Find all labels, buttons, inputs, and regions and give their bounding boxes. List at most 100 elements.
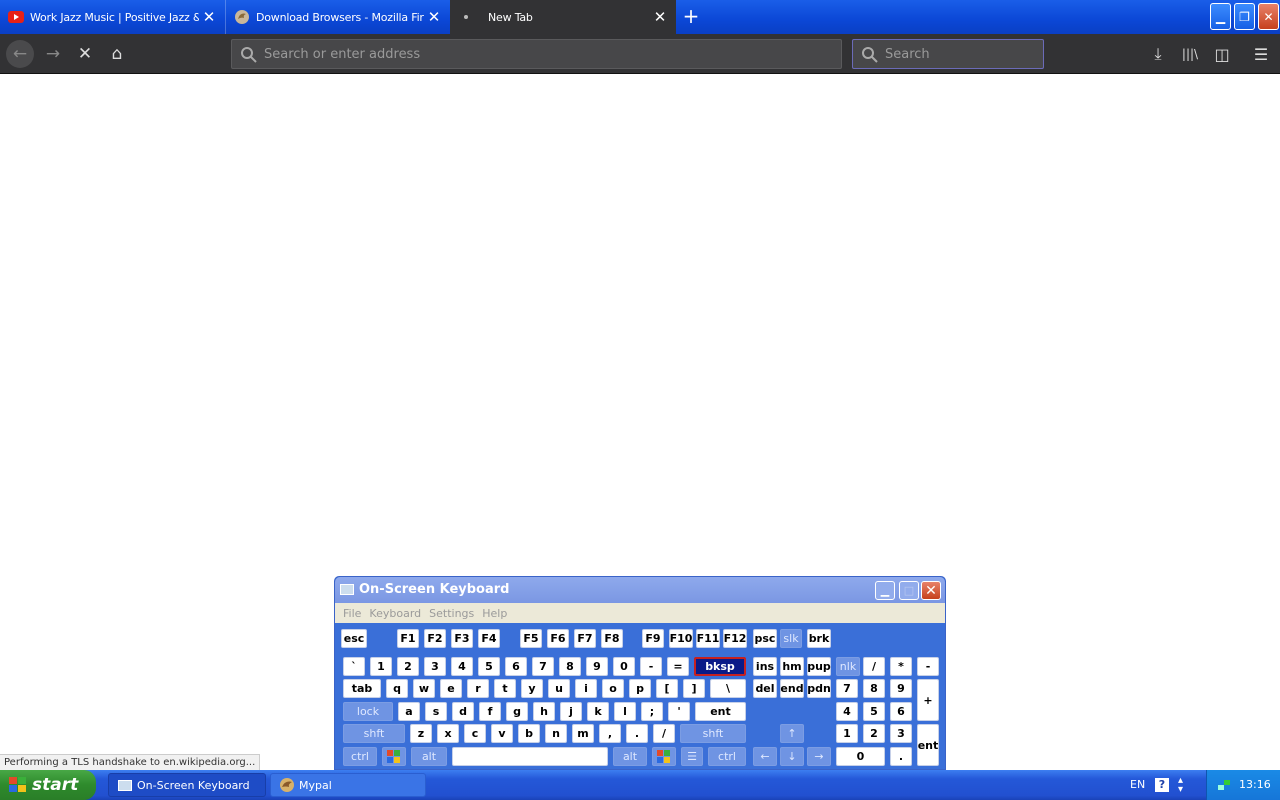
- key-p[interactable]: p: [629, 679, 651, 698]
- key-slk[interactable]: slk: [780, 629, 802, 648]
- tab-new-tab[interactable]: New Tab ✕: [450, 0, 676, 34]
- key-rbracket[interactable]: ]: [683, 679, 705, 698]
- key-k[interactable]: k: [587, 702, 609, 721]
- key-num-1[interactable]: 1: [836, 724, 858, 743]
- key-right-arrow[interactable]: →: [807, 747, 831, 766]
- key-numlock[interactable]: nlk: [836, 657, 860, 676]
- key-brk[interactable]: brk: [807, 629, 831, 648]
- key-quote[interactable]: ': [668, 702, 690, 721]
- language-indicator[interactable]: EN: [1130, 778, 1145, 791]
- key-enter[interactable]: ent: [695, 702, 746, 721]
- tab-work-jazz[interactable]: Work Jazz Music | Positive Jazz & ✕: [0, 0, 225, 34]
- key-slash[interactable]: /: [653, 724, 675, 743]
- key-n[interactable]: n: [545, 724, 567, 743]
- key-4[interactable]: 4: [451, 657, 473, 676]
- search-bar[interactable]: [852, 39, 1044, 69]
- key-r[interactable]: r: [467, 679, 489, 698]
- key-left-alt[interactable]: alt: [411, 747, 447, 766]
- tray-arrows-icon[interactable]: ▴ ▾: [1178, 776, 1183, 795]
- key-num-decimal[interactable]: .: [890, 747, 912, 766]
- osk-close-button[interactable]: ✕: [921, 581, 941, 600]
- key-backtick[interactable]: `: [343, 657, 365, 676]
- restore-window-button[interactable]: ❐: [1234, 3, 1255, 30]
- tab-download-browsers[interactable]: Download Browsers - Mozilla Firef ✕: [225, 0, 450, 34]
- close-window-button[interactable]: ✕: [1258, 3, 1279, 30]
- key-home[interactable]: hm: [780, 657, 804, 676]
- key-backspace[interactable]: bksp: [694, 657, 746, 676]
- key-ins[interactable]: ins: [753, 657, 777, 676]
- key-v[interactable]: v: [491, 724, 513, 743]
- key-f12[interactable]: F12: [723, 629, 747, 648]
- key-f6[interactable]: F6: [547, 629, 569, 648]
- key-j[interactable]: j: [560, 702, 582, 721]
- stop-button[interactable]: ✕: [71, 40, 99, 68]
- key-num-3[interactable]: 3: [890, 724, 912, 743]
- key-b[interactable]: b: [518, 724, 540, 743]
- key-5[interactable]: 5: [478, 657, 500, 676]
- key-f[interactable]: f: [479, 702, 501, 721]
- key-a[interactable]: a: [398, 702, 420, 721]
- new-tab-button[interactable]: +: [680, 6, 702, 28]
- key-backslash[interactable]: \: [710, 679, 746, 698]
- taskbar-item-on-screen-keyboard[interactable]: On-Screen Keyboard: [108, 773, 266, 797]
- key-num-2[interactable]: 2: [863, 724, 885, 743]
- osk-minimize-button[interactable]: ▁: [875, 581, 895, 600]
- key-f7[interactable]: F7: [574, 629, 596, 648]
- key-7[interactable]: 7: [532, 657, 554, 676]
- key-y[interactable]: y: [521, 679, 543, 698]
- osk-menu-file[interactable]: File: [343, 607, 361, 620]
- key-f4[interactable]: F4: [478, 629, 500, 648]
- osk-menu-help[interactable]: Help: [482, 607, 507, 620]
- key-num-minus[interactable]: -: [917, 657, 939, 676]
- key-o[interactable]: o: [602, 679, 624, 698]
- key-f2[interactable]: F2: [424, 629, 446, 648]
- key-h[interactable]: h: [533, 702, 555, 721]
- key-num-6[interactable]: 6: [890, 702, 912, 721]
- key-t[interactable]: t: [494, 679, 516, 698]
- help-icon[interactable]: ?: [1155, 778, 1169, 792]
- key-num-enter[interactable]: ent: [917, 724, 939, 766]
- taskbar-item-mypal[interactable]: Mypal: [270, 773, 426, 797]
- key-c[interactable]: c: [464, 724, 486, 743]
- key-capslock[interactable]: lock: [343, 702, 393, 721]
- key-e[interactable]: e: [440, 679, 462, 698]
- key-num-plus[interactable]: +: [917, 679, 939, 721]
- key-lbracket[interactable]: [: [656, 679, 678, 698]
- osk-menu-keyboard[interactable]: Keyboard: [369, 607, 421, 620]
- key-f3[interactable]: F3: [451, 629, 473, 648]
- key-end[interactable]: end: [780, 679, 804, 698]
- key-down-arrow[interactable]: ↓: [780, 747, 804, 766]
- key-m[interactable]: m: [572, 724, 594, 743]
- key-pgup[interactable]: pup: [807, 657, 831, 676]
- key-l[interactable]: l: [614, 702, 636, 721]
- key-f8[interactable]: F8: [601, 629, 623, 648]
- key-2[interactable]: 2: [397, 657, 419, 676]
- key-num-divide[interactable]: /: [863, 657, 885, 676]
- address-input[interactable]: [264, 40, 834, 68]
- close-tab-icon[interactable]: ✕: [650, 7, 670, 27]
- key-z[interactable]: z: [410, 724, 432, 743]
- key-minus[interactable]: -: [640, 657, 662, 676]
- key-f5[interactable]: F5: [520, 629, 542, 648]
- close-tab-icon[interactable]: ✕: [199, 7, 219, 27]
- key-w[interactable]: w: [413, 679, 435, 698]
- home-button[interactable]: ⌂: [103, 40, 131, 68]
- key-0[interactable]: 0: [613, 657, 635, 676]
- key-num-5[interactable]: 5: [863, 702, 885, 721]
- key-q[interactable]: q: [386, 679, 408, 698]
- key-f11[interactable]: F11: [696, 629, 720, 648]
- library-icon[interactable]: |||\: [1176, 40, 1204, 68]
- minimize-window-button[interactable]: ▁: [1210, 3, 1231, 30]
- key-g[interactable]: g: [506, 702, 528, 721]
- key-up-arrow[interactable]: ↑: [780, 724, 804, 743]
- key-right-alt[interactable]: alt: [613, 747, 647, 766]
- close-tab-icon[interactable]: ✕: [424, 7, 444, 27]
- back-button[interactable]: ←: [6, 40, 34, 68]
- key-num-7[interactable]: 7: [836, 679, 858, 698]
- key-num-0[interactable]: 0: [836, 747, 885, 766]
- key-num-multiply[interactable]: *: [890, 657, 912, 676]
- key-period[interactable]: .: [626, 724, 648, 743]
- key-pgdn[interactable]: pdn: [807, 679, 831, 698]
- sidebar-icon[interactable]: ◫: [1208, 40, 1236, 68]
- key-left-ctrl[interactable]: ctrl: [343, 747, 377, 766]
